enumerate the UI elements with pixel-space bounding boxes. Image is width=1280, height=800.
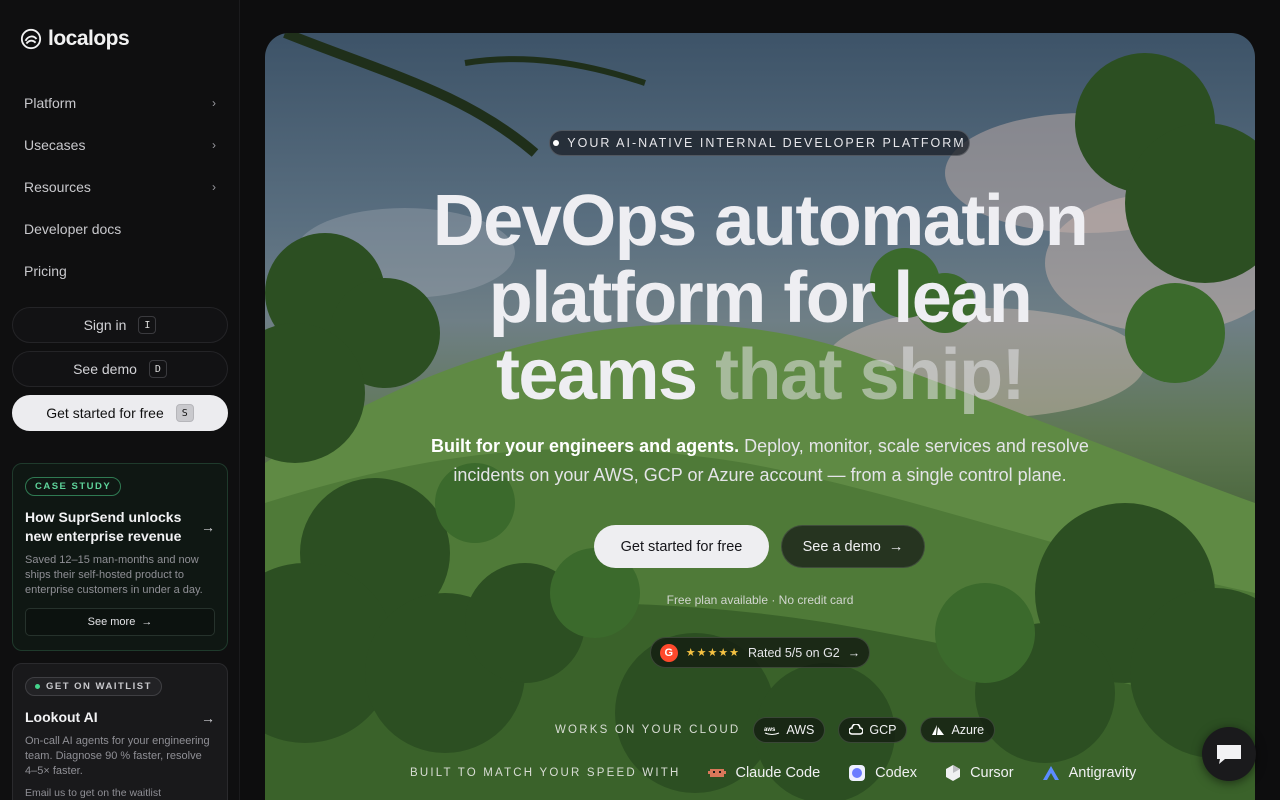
case-study-card[interactable]: CASE STUDY How SuprSend unlocks new ente…	[12, 463, 228, 651]
headline-line-2: platform for lean	[488, 258, 1033, 338]
hero-eyebrow: YOUR AI-NATIVE INTERNAL DEVELOPER PLATFO…	[549, 130, 970, 156]
gcp-cloud-icon	[849, 724, 864, 735]
sidebar-nav: Platform › Usecases › Resources › Develo…	[12, 82, 228, 292]
shortcut-key: S	[175, 404, 194, 422]
hero-subheading-strong: Built for your engineers and agents.	[431, 436, 740, 456]
see-more-button[interactable]: See more →	[25, 608, 215, 636]
tool-codex: Codex	[848, 764, 917, 782]
tool-cursor: Cursor	[945, 764, 1014, 782]
sidebar-item-pricing[interactable]: Pricing	[12, 250, 228, 292]
chat-icon	[1217, 745, 1241, 764]
arrow-right-icon: →	[201, 709, 215, 726]
eyebrow-dot	[553, 140, 560, 146]
eyebrow-label: YOUR AI-NATIVE INTERNAL DEVELOPER PLATFO…	[567, 136, 966, 150]
g2-rating-label: Rated 5/5 on G2	[748, 645, 840, 660]
get-started-label: Get started for free	[46, 405, 164, 421]
shortcut-key: D	[148, 360, 167, 378]
hero-subheading: Built for your engineers and agents. Dep…	[410, 432, 1110, 490]
tool-label: Claude Code	[735, 765, 821, 781]
tools-row-label: BUILT TO MATCH YOUR SPEED WITH	[410, 767, 681, 779]
case-study-title: How SuprSend unlocks new enterprise reve…	[25, 509, 182, 544]
brand-logo[interactable]: localops	[20, 27, 130, 51]
arrow-right-icon: →	[201, 519, 215, 535]
waitlist-card[interactable]: GET ON WAITLIST Lookout AI → On-call AI …	[12, 663, 228, 800]
cloud-chip-label: GCP	[869, 723, 897, 737]
hero-headline: DevOps automation platform for lean team…	[265, 183, 1255, 414]
cloud-providers-row: WORKS ON YOUR CLOUD aws AWS GCP Azure	[555, 717, 996, 743]
headline-line-1: DevOps automation	[432, 181, 1089, 261]
waitlist-title: Lookout AI	[25, 709, 98, 725]
shortcut-key: I	[138, 316, 157, 334]
tool-label: Cursor	[970, 765, 1014, 781]
arrow-right-icon: →	[888, 538, 904, 555]
waitlist-description: On-call AI agents for your engineering t…	[25, 735, 210, 777]
tool-claude-code: Claude Code	[708, 765, 820, 781]
hero-see-demo-button[interactable]: See a demo →	[781, 525, 925, 568]
tool-antigravity: Antigravity	[1042, 765, 1137, 781]
free-plan-note: Free plan available · No credit card	[666, 593, 854, 607]
cloud-chip-aws: aws AWS	[753, 717, 826, 743]
g2-logo-icon: G	[659, 643, 678, 662]
see-demo-label: See demo	[73, 361, 137, 377]
case-study-tag: CASE STUDY	[25, 477, 122, 496]
localops-logo-icon	[20, 28, 42, 50]
tools-row: BUILT TO MATCH YOUR SPEED WITH Claude Co…	[410, 761, 1136, 785]
svg-text:aws: aws	[764, 727, 776, 733]
cloud-row-label: WORKS ON YOUR CLOUD	[555, 724, 741, 736]
tool-label: Codex	[875, 765, 918, 781]
sidebar-item-label: Resources	[24, 179, 91, 195]
status-dot	[35, 684, 40, 689]
waitlist-footer: Email us to get on the waitlist	[25, 787, 161, 799]
aws-icon: aws	[764, 727, 780, 735]
sidebar-item-label: Developer docs	[24, 221, 122, 237]
hero-get-started-label: Get started for free	[620, 538, 743, 555]
sidebar: localops Platform › Usecases › Resources…	[0, 0, 240, 800]
sidebar-item-label: Usecases	[24, 137, 86, 153]
g2-rating-badge[interactable]: G ★★★★★ Rated 5/5 on G2 →	[650, 637, 870, 668]
claude-code-icon	[708, 769, 727, 777]
sidebar-item-resources[interactable]: Resources ›	[12, 166, 228, 208]
cloud-chip-label: Azure	[951, 723, 985, 737]
sidebar-item-usecases[interactable]: Usecases ›	[12, 124, 228, 166]
hero-section: YOUR AI-NATIVE INTERNAL DEVELOPER PLATFO…	[265, 33, 1255, 800]
headline-line-3-b: that ship!	[715, 335, 1025, 415]
sidebar-item-platform[interactable]: Platform ›	[12, 82, 228, 124]
rating-stars: ★★★★★	[685, 647, 741, 659]
cloud-chip-gcp: GCP	[838, 717, 908, 743]
sign-in-button[interactable]: Sign in I	[12, 307, 228, 343]
arrow-right-icon: →	[141, 616, 153, 628]
sidebar-item-developer-docs[interactable]: Developer docs	[12, 208, 228, 250]
hero-see-demo-label: See a demo	[802, 538, 881, 555]
see-demo-button[interactable]: See demo D	[12, 351, 228, 387]
headline-line-3: teams that ship!	[265, 337, 1255, 414]
antigravity-icon	[1042, 766, 1059, 780]
sidebar-item-label: Pricing	[24, 263, 67, 279]
sign-in-label: Sign in	[83, 317, 127, 333]
waitlist-tag-label: GET ON WAITLIST	[46, 681, 152, 692]
waitlist-tag: GET ON WAITLIST	[25, 677, 162, 696]
hero-get-started-button[interactable]: Get started for free	[594, 525, 769, 568]
brand-name: localops	[48, 27, 130, 50]
chevron-right-icon: ›	[212, 138, 216, 152]
cloud-chip-azure: Azure	[920, 717, 996, 743]
cursor-icon	[946, 765, 961, 781]
headline-line-3-a: teams	[495, 335, 716, 415]
chevron-right-icon: ›	[212, 96, 216, 110]
cloud-chip-label: AWS	[786, 723, 815, 737]
azure-icon	[932, 725, 945, 735]
sidebar-item-label: Platform	[24, 95, 77, 111]
tool-label: Antigravity	[1068, 765, 1137, 781]
case-study-description: Saved 12–15 man-months and now ships the…	[25, 554, 203, 596]
chevron-right-icon: ›	[212, 180, 216, 194]
chat-widget-button[interactable]	[1202, 727, 1256, 781]
arrow-right-icon: →	[847, 645, 861, 660]
codex-icon	[849, 765, 866, 781]
get-started-button[interactable]: Get started for free S	[12, 395, 228, 431]
see-more-label: See more	[87, 616, 136, 628]
